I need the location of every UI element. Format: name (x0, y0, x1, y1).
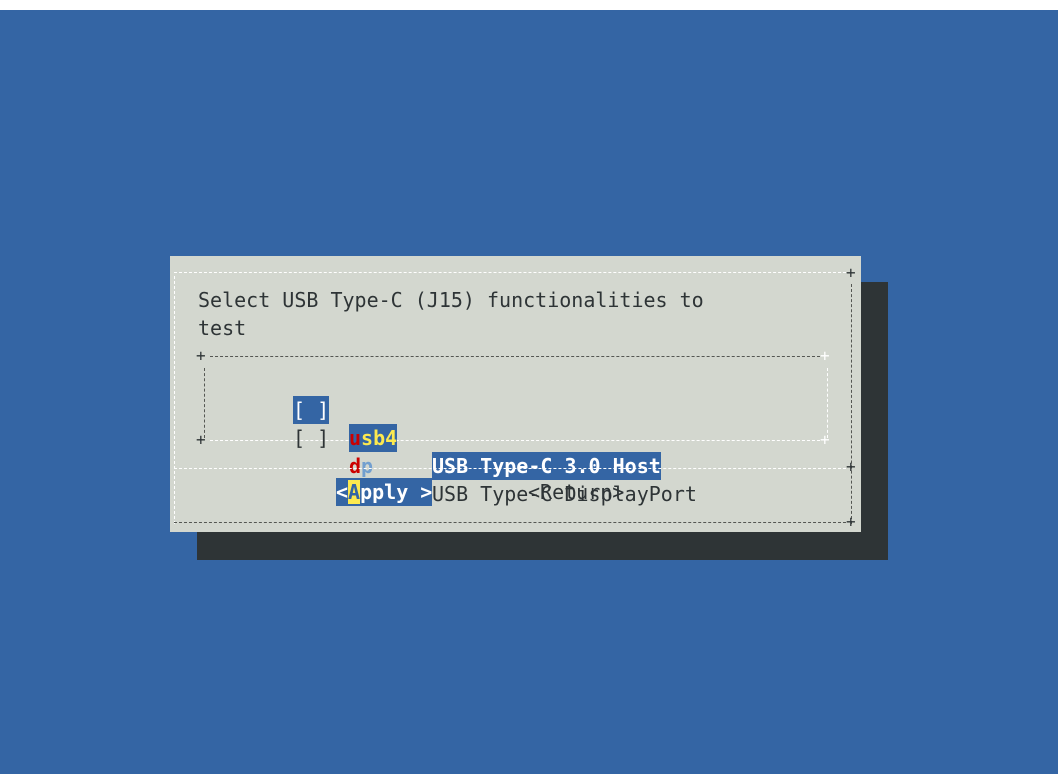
list-corner-top-left: + (196, 346, 206, 365)
dialog-prompt: Select USB Type-C (J15) functionalities … (198, 288, 704, 340)
dialog-right-border (851, 284, 852, 524)
description-usb4: USB Type-C 3.0 Host (432, 452, 661, 480)
apply-button[interactable]: <Apply > (336, 478, 433, 506)
list-item-usb4[interactable]: [ ] usb4 USB Type-C 3.0 Host (170, 368, 830, 480)
list-corner-top-right: + (820, 346, 830, 365)
checkbox-dp[interactable]: [ ] (293, 424, 329, 452)
tag-hotkey: u (349, 426, 362, 450)
tag-dp: dp (349, 452, 373, 480)
terminal-screen: + + Select USB Type-C (J15) functionalit… (0, 10, 1058, 774)
checklist-dialog: + + Select USB Type-C (J15) functionalit… (170, 256, 861, 532)
separator-corner-right: + (846, 457, 856, 476)
dialog-bottom-border (174, 522, 846, 523)
dialog-top-border (174, 272, 846, 273)
dialog-corner-top-right: + (846, 263, 856, 282)
list-item-dp[interactable]: [ ] dp USB Type-C DisplayPort (170, 396, 830, 506)
tag-rest: sb4 (361, 426, 398, 450)
tag-rest: p (361, 454, 374, 478)
tag-hotkey: d (349, 454, 362, 478)
button-separator (174, 468, 846, 469)
list-corner-bottom-right: + (820, 430, 830, 449)
dialog-corner-bottom-right: + (846, 512, 856, 531)
return-button[interactable]: <Return> (528, 478, 624, 506)
tag-usb4: usb4 (349, 424, 398, 452)
apply-hotkey: A (348, 480, 361, 504)
list-top-border (210, 356, 820, 357)
